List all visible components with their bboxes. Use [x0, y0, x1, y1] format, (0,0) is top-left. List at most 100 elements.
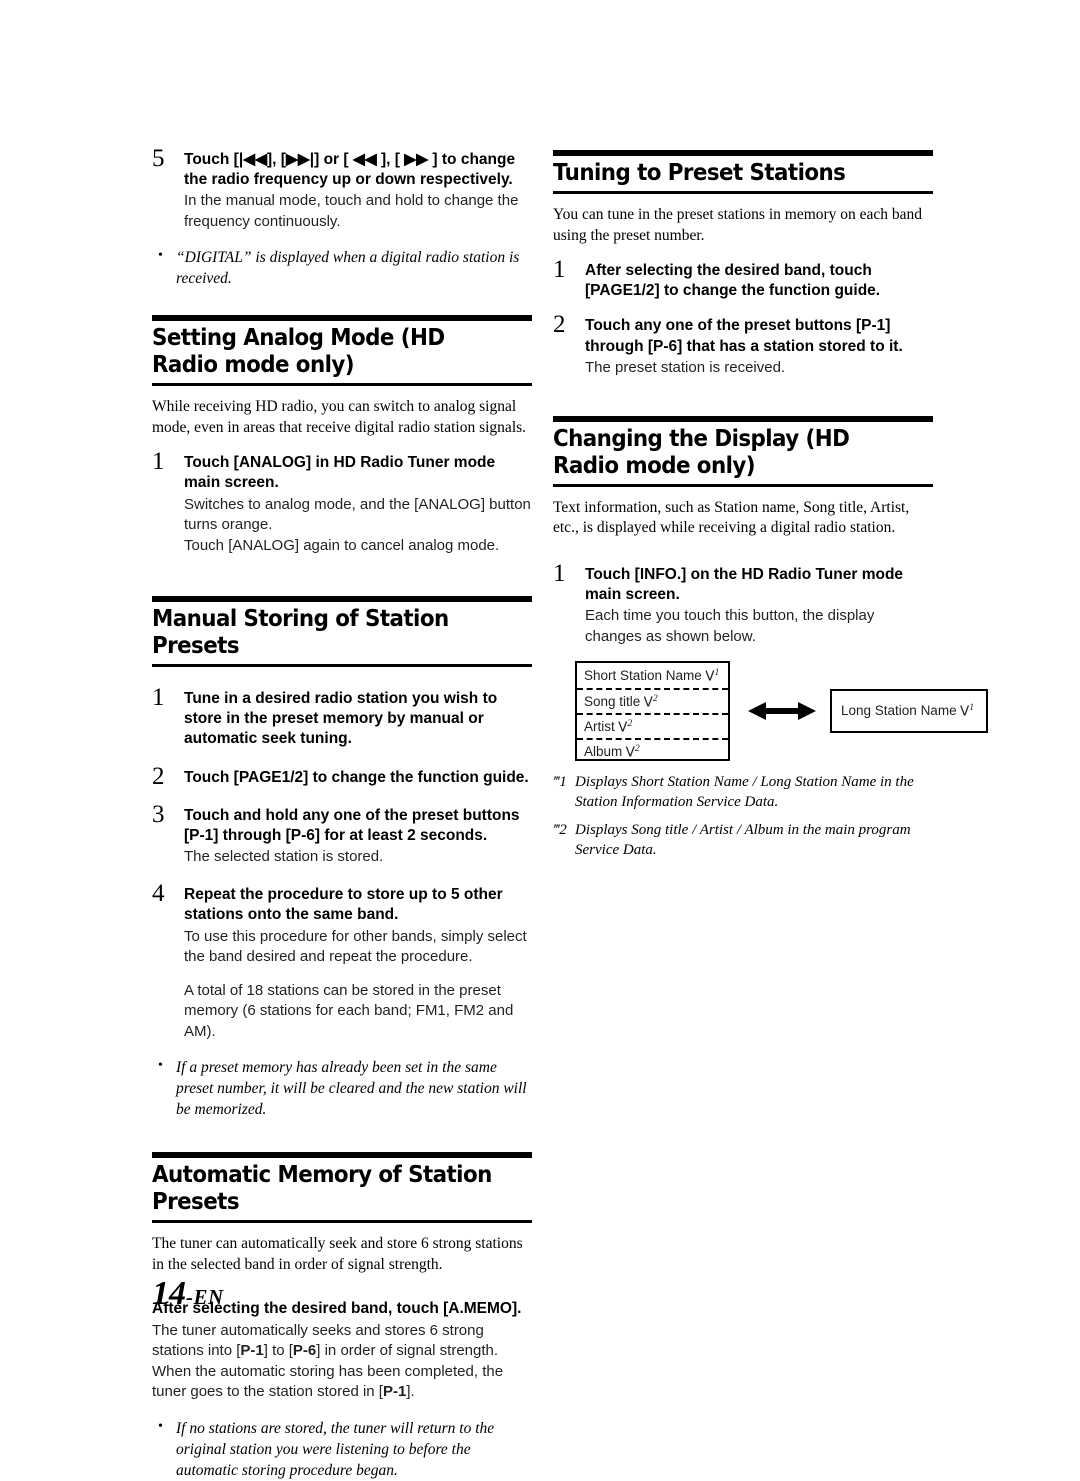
rewind-to-start-icon: |◀◀	[238, 151, 267, 168]
footnote-ref: Ⅴ2	[622, 742, 640, 760]
step-number: 1	[553, 256, 566, 284]
footnote-mark: ‴1	[553, 773, 567, 790]
footnote-ref: Ⅴ2	[640, 692, 658, 710]
note-no-stations: If no stations are stored, the tuner wil…	[152, 1417, 532, 1481]
tuning-step-2-title: Touch any one of the preset buttons [P-1…	[585, 316, 933, 356]
step-5-title-mid1: ], [	[267, 151, 286, 168]
section-heading: Setting Analog Mode (HD Radio mode only)	[152, 325, 445, 379]
step-number: 2	[553, 311, 566, 339]
body-part-b: ] in order of signal strength.	[316, 1341, 499, 1359]
section-heading: Automatic Memory of Station Presets	[152, 1162, 492, 1216]
title-part-b: ] to change the function guide.	[654, 282, 881, 300]
tuning-step-2-body: The preset station is received.	[585, 358, 786, 376]
step-5-title-mid3: ], [	[376, 151, 405, 168]
step-5-title-mid2: ] or [	[314, 151, 353, 168]
title-part-b: ] to change the function guide.	[303, 768, 529, 786]
heading-rule-bottom	[152, 1220, 532, 1224]
analog-button-key[interactable]: ANALOG	[239, 454, 306, 471]
section-intro: While receiving HD radio, you can switch…	[152, 398, 527, 436]
forward-to-end-icon: ▶▶|	[285, 151, 315, 168]
preset-p6-key[interactable]: P-6	[291, 827, 315, 844]
note-preset-overwrite: If a preset memory has already been set …	[152, 1056, 532, 1121]
step-5-title-prefix: Touch [	[184, 151, 239, 168]
manual-step-2-title: Touch [PAGE1/2] to change the function g…	[184, 768, 532, 788]
a-memo-key[interactable]: A.MEMO	[448, 1300, 512, 1317]
diagram-row-label: Album	[584, 743, 623, 759]
note-digital: “DIGITAL” is displayed when a digital ra…	[152, 246, 532, 289]
step-number: 2	[152, 762, 165, 790]
section-changing-display: Changing the Display (HD Radio mode only…	[553, 415, 988, 861]
analog-step-1: 1 Touch [ANALOG] in HD Radio Tuner mode …	[152, 449, 532, 556]
preset-p6-key[interactable]: P-6	[653, 338, 677, 355]
section-setting-analog-mode: Setting Analog Mode (HD Radio mode only)…	[152, 315, 532, 556]
section-intro: The tuner can automatically seek and sto…	[152, 1235, 523, 1273]
preset-p1-key[interactable]: P-1	[861, 317, 885, 334]
fast-forward-icon: ▶▶	[404, 151, 429, 168]
title-part-mid: ] through [	[213, 826, 291, 844]
diagram-row: Song title Ⅴ2	[577, 687, 728, 713]
heading-rule-top	[152, 315, 532, 322]
footnote-text: Displays Short Station Name / Long Stati…	[575, 773, 914, 810]
page-toggle-key[interactable]: PAGE1/2	[239, 769, 303, 786]
section-automatic-memory: Automatic Memory of Station Presets The …	[152, 1152, 532, 1481]
heading-rule-top	[553, 150, 933, 156]
diagram-row-label: Long Station Name	[841, 703, 957, 719]
diagram-right-box: Long Station Name Ⅴ1	[830, 688, 988, 733]
tuning-step-1-title: After selecting the desired band, touch …	[585, 261, 933, 301]
double-headed-arrow-icon	[746, 699, 818, 723]
info-key[interactable]: INFO.	[640, 566, 681, 583]
title-part-a: Touch any one of the preset buttons [	[585, 317, 862, 335]
step-number: 4	[152, 880, 165, 908]
diagram-left-box: Short Station Name Ⅴ1 Song title Ⅴ2 Arti…	[575, 660, 730, 763]
title-part-b: ] that has a station stored to it.	[677, 337, 903, 355]
step-number: 1	[152, 684, 165, 712]
analog-step-1-title: Touch [ANALOG] in HD Radio Tuner mode ma…	[184, 453, 532, 493]
step-number: 1	[152, 448, 165, 476]
manual-step-1-title: Tune in a desired radio station you wish…	[184, 690, 498, 748]
rewind-icon: ◀◀	[352, 151, 377, 168]
manual-step-4-title: Repeat the procedure to store up to 5 ot…	[184, 886, 503, 924]
preset-p1-key[interactable]: P-1	[189, 827, 213, 844]
title-part-a: Touch [	[585, 565, 640, 583]
section-heading: Changing the Display (HD Radio mode only…	[553, 425, 850, 479]
body-part-a: When the automatic storing has been comp…	[152, 1363, 504, 1401]
footnote-ref: Ⅴ1	[956, 702, 975, 719]
page-number-value: 14	[152, 1275, 186, 1312]
page-number-suffix: -EN	[186, 1285, 224, 1309]
diagram-row-label: Song title	[584, 693, 641, 709]
analog-step-1-body-b: Touch [ANALOG] again to cancel analog mo…	[184, 537, 500, 555]
manual-step-4-body-b: A total of 18 stations can be stored in …	[184, 982, 514, 1040]
section-intro: Text information, such as Station name, …	[553, 498, 910, 537]
footnote-2: ‴2 Displays Song title / Artist / Album …	[553, 821, 933, 861]
section-heading: Tuning to Preset Stations	[553, 160, 846, 186]
step-5: 5 Touch [|◀◀], [▶▶|] or [ ◀◀ ], [ ▶▶ ] t…	[152, 146, 532, 232]
display-step-1-title: Touch [INFO.] on the HD Radio Tuner mode…	[585, 565, 933, 605]
analog-step-1-body-a: Switches to analog mode, and the [ANALOG…	[184, 495, 531, 533]
step-number: 1	[553, 559, 566, 587]
lead-part-b: ].	[511, 1300, 522, 1318]
heading-rule-top	[152, 596, 532, 603]
preset-p1-key[interactable]: P-1	[383, 1383, 406, 1400]
heading-rule-top	[152, 1152, 532, 1159]
footnote-text: Displays Song title / Artist / Album in …	[575, 821, 911, 858]
page-toggle-key[interactable]: PAGE1/2	[590, 282, 654, 299]
right-column: Tuning to Preset Stations You can tune i…	[553, 150, 988, 861]
title-part-a: Touch [	[184, 454, 239, 472]
page-number: 14-EN	[152, 1275, 224, 1313]
heading-rule-bottom	[152, 664, 532, 668]
auto-memory-body-2: When the automatic storing has been comp…	[152, 1362, 532, 1403]
manual-step-2: 2 Touch [PAGE1/2] to change the function…	[152, 764, 532, 789]
manual-step-1: 1 Tune in a desired radio station you wi…	[152, 685, 532, 749]
display-step-1-body: Each time you touch this button, the dis…	[585, 607, 875, 645]
preset-p6-key[interactable]: P-6	[293, 1342, 316, 1359]
heading-rule-bottom	[553, 190, 933, 194]
footnote-ref: Ⅴ1	[701, 666, 720, 684]
diagram-row: Album Ⅴ2	[577, 737, 728, 763]
footnote-ref: Ⅴ2	[614, 717, 633, 735]
diagram-row-label: Artist	[584, 718, 615, 734]
preset-p1-key[interactable]: P-1	[240, 1342, 263, 1359]
manual-step-4: 4 Repeat the procedure to store up to 5 …	[152, 881, 532, 1042]
step-5-title: Touch [|◀◀], [▶▶|] or [ ◀◀ ], [ ▶▶ ] to …	[184, 150, 532, 190]
manual-step-3-body: The selected station is stored.	[184, 847, 384, 865]
heading-rule-bottom	[152, 383, 532, 387]
